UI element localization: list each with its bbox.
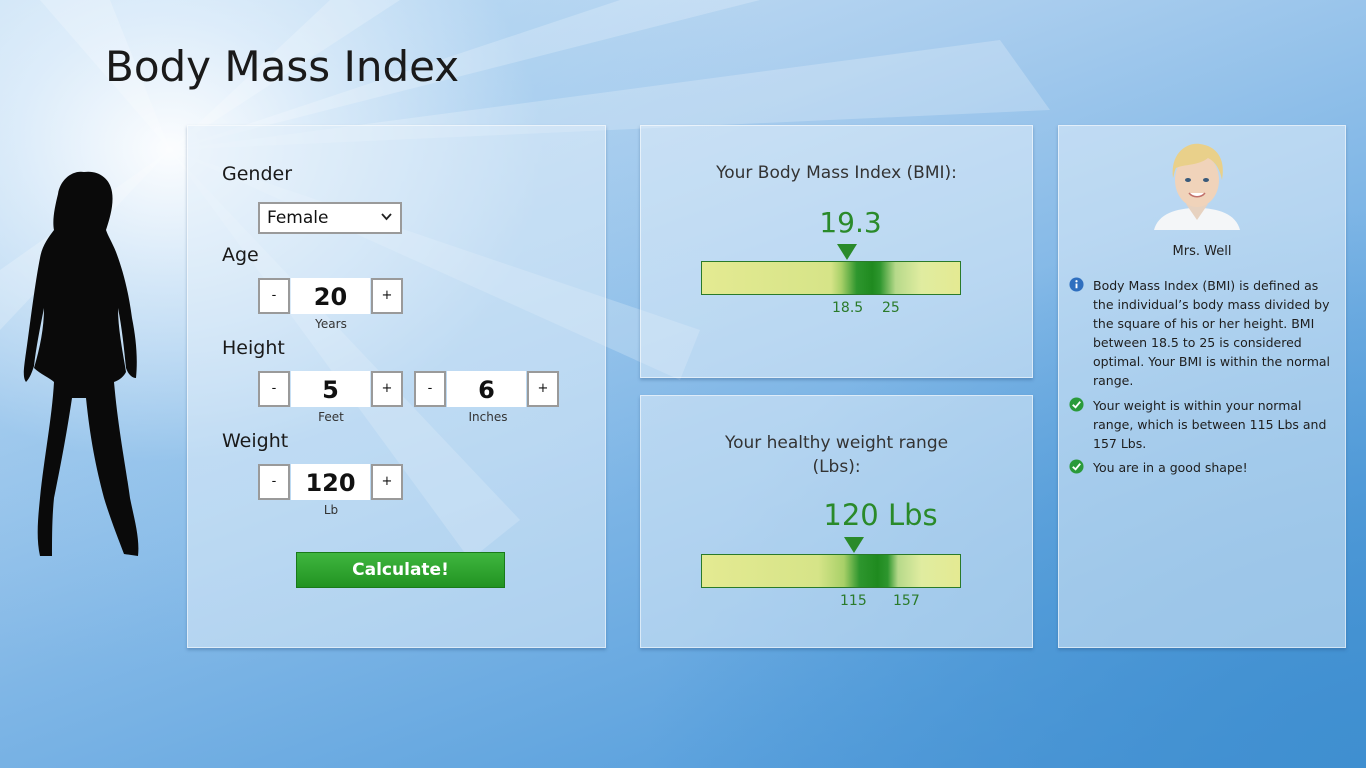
advisor-message-text: Body Mass Index (BMI) is defined as the … <box>1093 278 1331 388</box>
age-value[interactable]: 20 <box>291 278 370 314</box>
check-icon <box>1069 459 1084 474</box>
height-label: Height <box>222 337 285 359</box>
bmi-range-high-label: 25 <box>882 300 900 316</box>
height-feet-stepper: - 5 + <box>258 371 404 407</box>
female-silhouette-image <box>23 171 139 557</box>
weight-range-low-label: 115 <box>840 593 867 609</box>
chevron-down-icon <box>381 213 392 221</box>
height-inches-decrement-button[interactable]: - <box>414 371 446 407</box>
bmi-result-panel: Your Body Mass Index (BMI): 19.3 18.5 25 <box>640 125 1033 378</box>
gender-select[interactable]: Female <box>258 202 402 234</box>
advisor-message-text: You are in a good shape! <box>1093 460 1248 475</box>
weight-increment-button[interactable]: + <box>371 464 403 500</box>
weight-unit-label: Lb <box>323 503 339 517</box>
check-icon <box>1069 397 1084 412</box>
weight-value[interactable]: 120 <box>291 464 370 500</box>
bmi-heading: Your Body Mass Index (BMI): <box>716 163 957 183</box>
age-unit-label: Years <box>315 317 347 331</box>
weight-decrement-button[interactable]: - <box>258 464 290 500</box>
height-feet-value[interactable]: 5 <box>291 371 370 407</box>
weight-stepper: - 120 + <box>258 464 404 500</box>
gender-selected-value: Female <box>267 208 329 228</box>
advisor-name: Mrs. Well <box>1172 244 1232 259</box>
bmi-range-bar <box>701 261 961 295</box>
weight-value-display: 120 Lbs <box>823 498 938 532</box>
weight-range-heading-line2: (Lbs): <box>812 457 861 477</box>
height-inches-unit-label: Inches <box>468 410 508 424</box>
weight-marker-icon <box>844 537 864 553</box>
weight-range-panel: Your healthy weight range (Lbs): 120 Lbs… <box>640 395 1033 648</box>
calculate-button[interactable]: Calculate! <box>296 552 505 588</box>
height-feet-unit-label: Feet <box>318 410 344 424</box>
age-decrement-button[interactable]: - <box>258 278 290 314</box>
input-panel: Gender Female Age - 20 + Years Height - … <box>187 125 606 648</box>
bmi-marker-icon <box>837 244 857 260</box>
bmi-value: 19.3 <box>819 206 882 239</box>
bmi-range-low-label: 18.5 <box>832 300 864 316</box>
height-inches-value[interactable]: 6 <box>447 371 526 407</box>
height-inches-increment-button[interactable]: + <box>527 371 559 407</box>
info-icon <box>1069 277 1084 292</box>
weight-label: Weight <box>222 430 289 452</box>
advisor-panel: Mrs. Well Body Mass Index (BMI) is defin… <box>1058 125 1346 648</box>
advisor-message-text: Your weight is within your normal range,… <box>1093 398 1327 451</box>
weight-range-heading-line1: Your healthy weight range <box>724 433 949 453</box>
height-feet-increment-button[interactable]: + <box>371 371 403 407</box>
age-label: Age <box>222 244 259 266</box>
height-feet-decrement-button[interactable]: - <box>258 371 290 407</box>
page-title: Body Mass Index <box>105 42 460 91</box>
weight-range-bar <box>701 554 961 588</box>
advisor-avatar <box>1154 143 1240 230</box>
age-stepper: - 20 + <box>258 278 404 314</box>
age-increment-button[interactable]: + <box>371 278 403 314</box>
height-inches-stepper: - 6 + <box>414 371 560 407</box>
weight-range-high-label: 157 <box>893 593 920 609</box>
gender-label: Gender <box>222 163 293 185</box>
